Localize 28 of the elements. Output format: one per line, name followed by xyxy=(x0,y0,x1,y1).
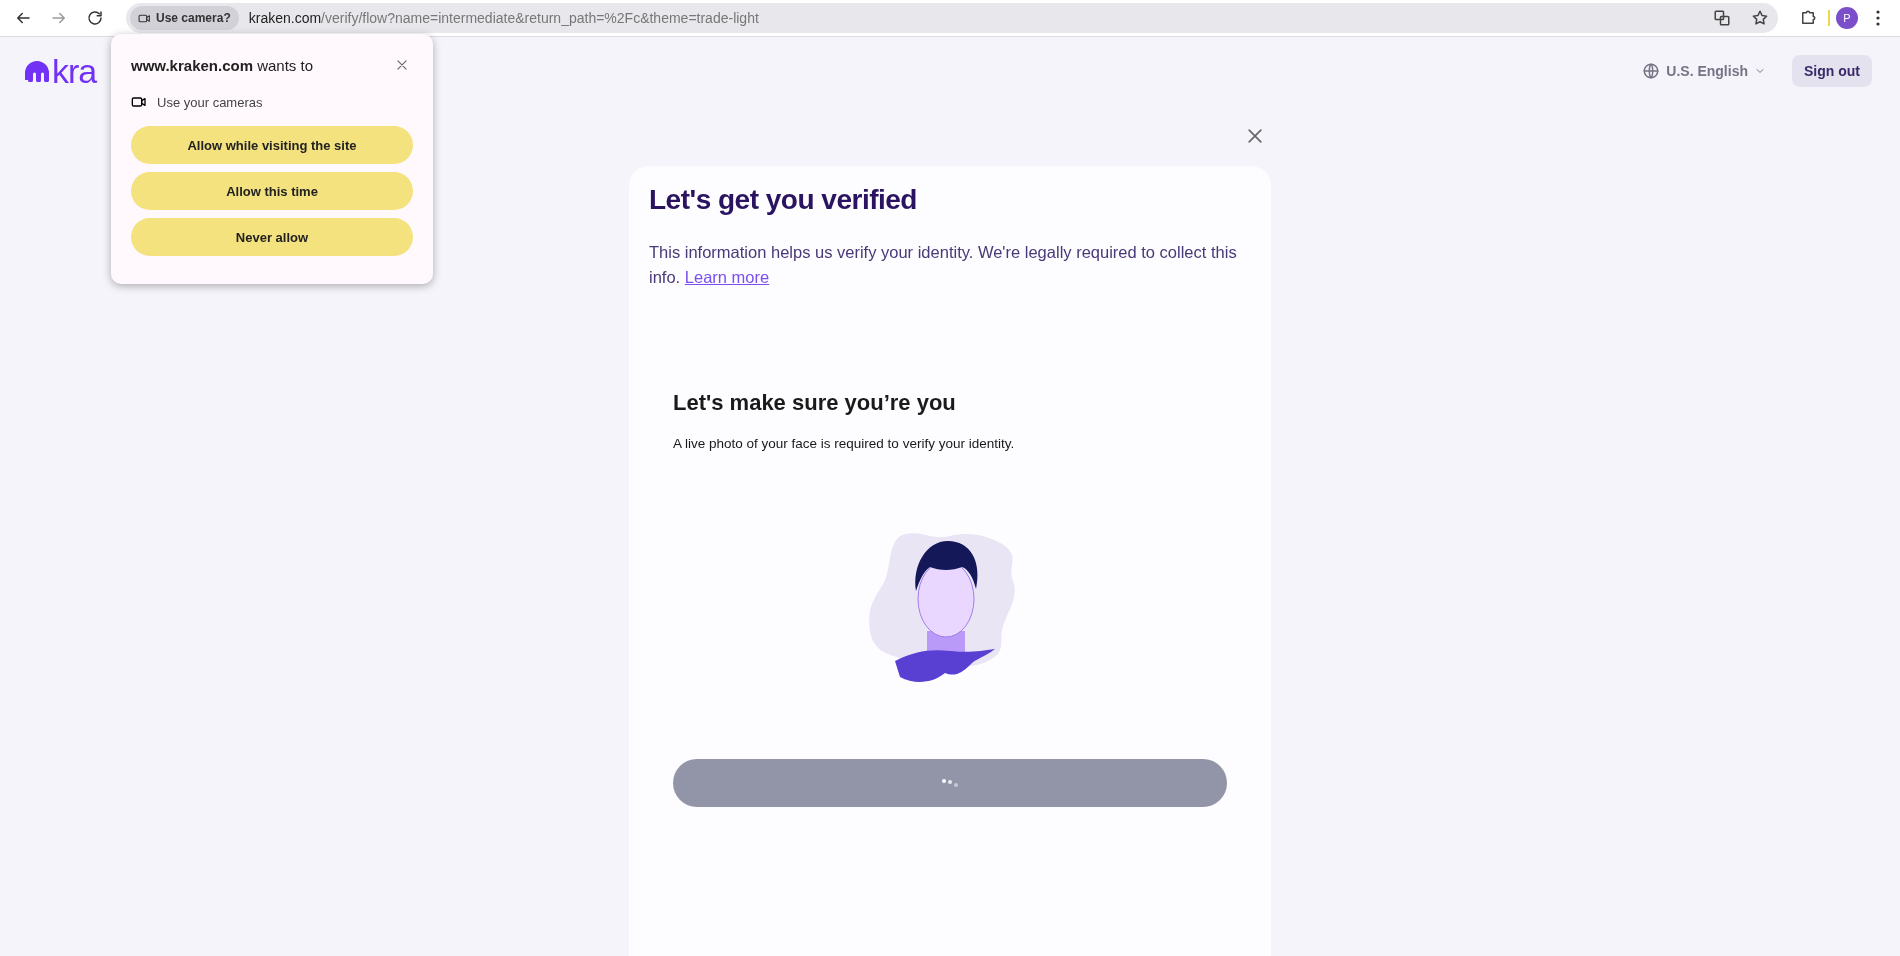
permission-chip[interactable]: Use camera? xyxy=(130,6,239,30)
permission-button[interactable]: Allow while visiting the site xyxy=(131,126,413,164)
popup-title: www.kraken.com wants to xyxy=(131,56,314,74)
logo-icon xyxy=(24,60,50,82)
card-description: This information helps us verify your identity. We're legally required to collect this info. Learn more xyxy=(649,242,1238,288)
address-bar[interactable]: Use camera? kraken.com/verify/flow?name=intermediate&return_path=%2Fc&theme=trade-light xyxy=(126,3,1778,33)
star-icon xyxy=(1751,9,1769,27)
logo-text: kra xyxy=(52,51,97,91)
permission-text: Use your cameras xyxy=(157,94,263,110)
puzzle-icon xyxy=(1799,9,1817,27)
loading-icon xyxy=(941,779,959,787)
sign-out-button[interactable]: Sign out xyxy=(1792,55,1872,87)
url-text: kraken.com/verify/flow?name=intermediate&return_path=%2Fc&theme=trade-light xyxy=(248,10,760,26)
globe-icon xyxy=(1642,62,1661,80)
permission-button[interactable]: Never allow xyxy=(131,218,413,256)
close-icon xyxy=(395,58,409,72)
translate-icon xyxy=(1713,9,1731,27)
menu-icon xyxy=(1876,10,1880,26)
learn-more-link[interactable]: Learn more xyxy=(684,268,770,286)
close-icon xyxy=(1245,126,1265,146)
card-title: Let's get you verified xyxy=(649,184,918,216)
profile-avatar[interactable]: P xyxy=(1836,7,1858,29)
camera-icon xyxy=(131,94,147,110)
reload-icon xyxy=(86,9,104,27)
section-title: Let's make sure you’re you xyxy=(673,390,957,416)
section-text: A live photo of your face is required to verify your identity. xyxy=(673,436,1016,451)
language-selector[interactable]: U.S. English xyxy=(1636,61,1772,81)
permission-button[interactable]: Allow this time xyxy=(131,172,413,210)
